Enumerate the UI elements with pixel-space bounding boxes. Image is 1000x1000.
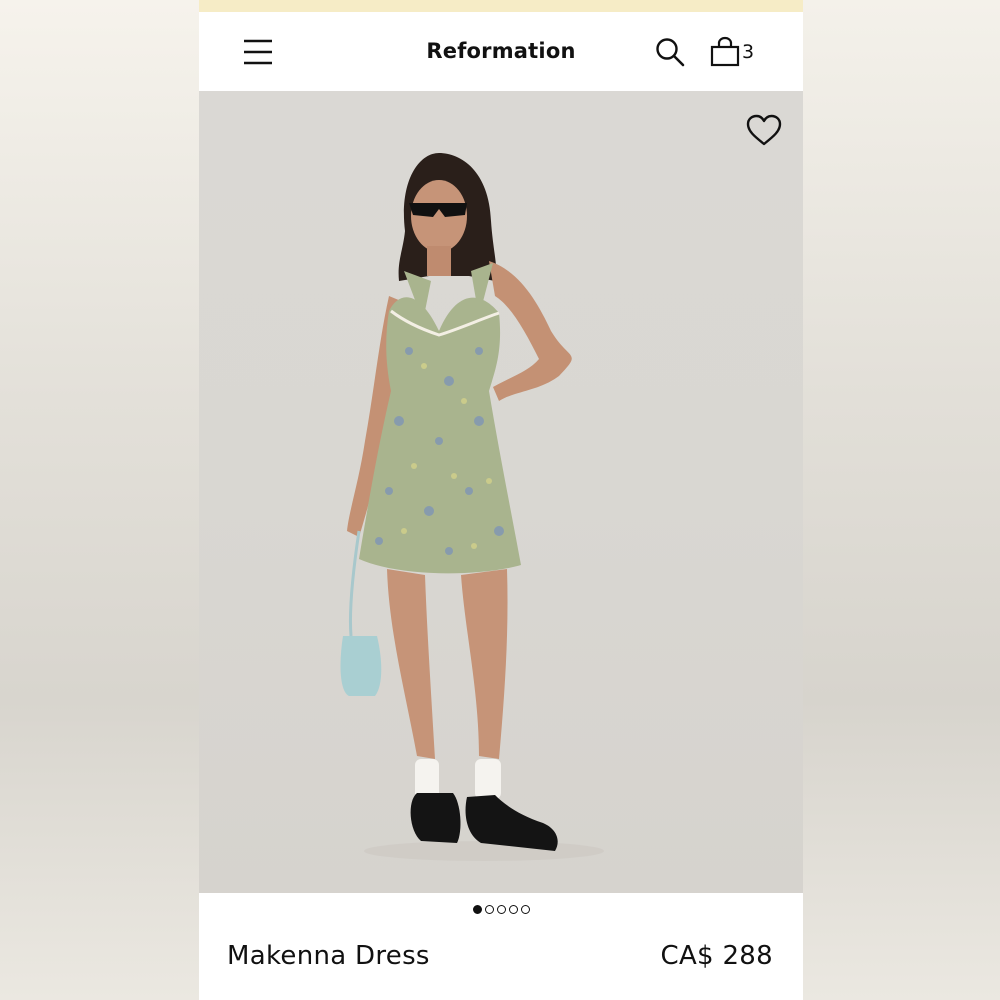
wishlist-button[interactable]: [745, 113, 783, 149]
pagination-dot-4[interactable]: [508, 905, 518, 914]
mobile-product-page: Reformation 3 Makenna Dress CA$ 288: [199, 0, 803, 1000]
image-pagination-dots: [199, 905, 803, 917]
pagination-dot-3[interactable]: [496, 905, 506, 914]
product-photo-model: [340, 153, 604, 861]
cart-count-badge: 3: [742, 41, 755, 63]
promo-banner-strip: [199, 0, 803, 12]
blurred-backdrop-left: [0, 0, 200, 1000]
pagination-dot-1[interactable]: [472, 905, 482, 914]
pagination-dot-5[interactable]: [520, 905, 530, 914]
shopping-bag-icon: [710, 36, 740, 67]
product-name: Makenna Dress: [227, 941, 430, 971]
site-header: Reformation 3: [199, 12, 803, 91]
product-price: CA$ 288: [660, 941, 773, 971]
product-image-carousel[interactable]: [199, 91, 803, 893]
blurred-backdrop-right: [800, 0, 1000, 1000]
cart-button[interactable]: 3: [709, 36, 761, 68]
search-icon: [656, 38, 685, 67]
pagination-dot-2[interactable]: [484, 905, 494, 914]
heart-icon: [746, 114, 782, 146]
search-button[interactable]: [654, 36, 686, 68]
